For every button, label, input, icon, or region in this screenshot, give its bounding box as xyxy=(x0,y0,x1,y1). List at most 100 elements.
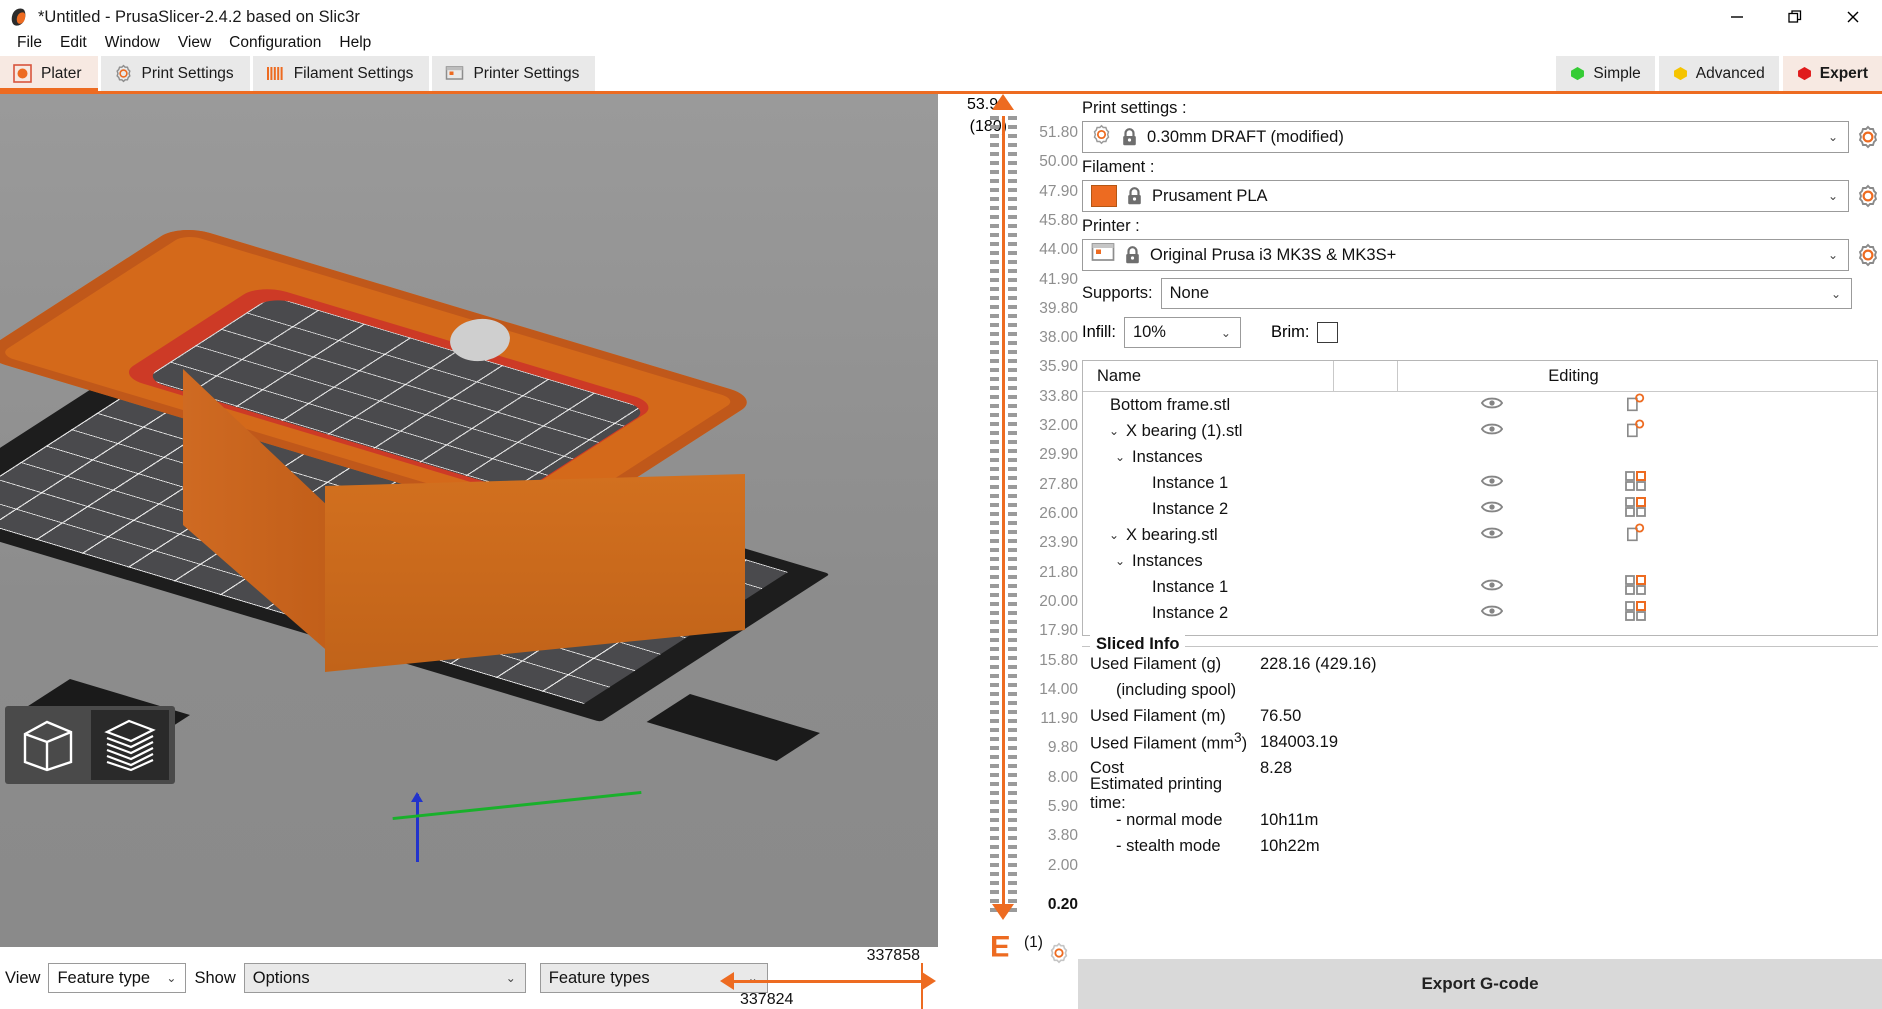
layer-slider-track[interactable] xyxy=(1002,116,1005,916)
title-bar: *Untitled - PrusaSlicer-2.4.2 based on S… xyxy=(0,0,1882,34)
chevron-down-icon[interactable]: ⌄ xyxy=(1115,450,1127,464)
brim-checkbox[interactable] xyxy=(1317,322,1339,343)
object-list-row-label: X bearing (1).stl xyxy=(1126,421,1243,440)
visibility-eye-icon[interactable] xyxy=(1480,473,1503,494)
move-slider-track[interactable] xyxy=(734,980,926,983)
sliced-info-value: 184003.19 xyxy=(1260,732,1338,751)
layer-slider-settings-gear-icon[interactable] xyxy=(1048,942,1070,969)
object-list-row[interactable]: Instance 2 xyxy=(1083,600,1877,626)
object-settings-icon[interactable] xyxy=(1625,418,1647,444)
print-settings-preset-combo[interactable]: 0.30mm DRAFT (modified) ⌄ xyxy=(1082,121,1849,153)
object-list[interactable]: Name Editing Bottom frame.stl ⌄ X bearing … xyxy=(1082,360,1878,636)
infill-brim-row: Infill: 10% ⌄ Brim: xyxy=(1078,309,1882,348)
instances-grid-icon[interactable] xyxy=(1624,600,1648,627)
instances-grid-icon[interactable] xyxy=(1624,496,1648,523)
object-list-row[interactable]: ⌄ X bearing (1).stl xyxy=(1083,418,1877,444)
move-slider-high-value: 337858 xyxy=(866,947,920,964)
printer-settings-edit-gear-icon[interactable] xyxy=(1856,243,1880,267)
visibility-eye-icon[interactable] xyxy=(1480,525,1503,546)
printer-preset-combo[interactable]: Original Prusa i3 MK3S & MK3S+ ⌄ xyxy=(1082,239,1849,271)
chevron-down-icon[interactable]: ⌄ xyxy=(1109,424,1121,438)
editor-view-button[interactable] xyxy=(9,710,87,780)
chevron-down-icon[interactable]: ⌄ xyxy=(1115,554,1127,568)
layer-tick-label: 15.80 xyxy=(1039,651,1078,669)
object-list-row[interactable]: ⌄ X bearing.stl xyxy=(1083,522,1877,548)
move-slider[interactable]: 337858 337824 xyxy=(718,947,938,1009)
visibility-eye-icon[interactable] xyxy=(1480,603,1503,624)
chevron-down-icon[interactable]: ⌄ xyxy=(1828,248,1838,262)
layer-slider-tick-labels: 51.80 50.00 47.90 45.80 44.00 41.90 39.80 38.00… xyxy=(1020,116,1078,926)
show-options-combo[interactable]: Options ⌄ xyxy=(243,963,526,993)
mode-advanced-dot-icon xyxy=(1673,66,1688,81)
menu-configuration[interactable]: Configuration xyxy=(220,32,330,54)
object-list-row[interactable]: Instance 2 xyxy=(1083,496,1877,522)
menu-window[interactable]: Window xyxy=(96,32,169,54)
object-list-row[interactable]: Instance 1 xyxy=(1083,574,1877,600)
layer-height-slider[interactable]: 53.90 (180) 51.80 50.00 47.90 45.80 44.00 41.… xyxy=(938,94,1078,1009)
instances-grid-icon[interactable] xyxy=(1624,470,1648,497)
layer-slider-upper-handle[interactable] xyxy=(992,94,1014,110)
layer-slider-lower-handle[interactable] xyxy=(992,904,1014,920)
visibility-eye-icon[interactable] xyxy=(1480,499,1503,520)
layer-tick-label: 23.90 xyxy=(1039,534,1078,552)
window-controls xyxy=(1708,0,1882,34)
chevron-down-icon[interactable]: ⌄ xyxy=(1221,326,1231,340)
filament-settings-edit-gear-icon[interactable] xyxy=(1856,184,1880,208)
restore-icon[interactable] xyxy=(1766,0,1824,34)
layer-tick-label: 51.80 xyxy=(1039,124,1078,141)
axis-z-indicator xyxy=(411,792,423,862)
menu-view[interactable]: View xyxy=(169,32,220,54)
supports-row: Supports: None ⌄ xyxy=(1078,271,1882,309)
object-list-row[interactable]: Bottom frame.stl xyxy=(1083,392,1877,418)
chevron-down-icon[interactable]: ⌄ xyxy=(1828,189,1838,203)
view-type-combo[interactable]: Feature type ⌄ xyxy=(48,963,187,993)
layer-tick-label: 20.00 xyxy=(1039,592,1078,610)
move-slider-right-handle[interactable] xyxy=(922,972,936,990)
view-type-value: Feature type xyxy=(57,968,151,987)
chevron-down-icon[interactable]: ⌄ xyxy=(506,971,516,985)
menu-file[interactable]: File xyxy=(8,32,51,54)
mode-expert-button[interactable]: Expert xyxy=(1782,56,1882,91)
minimize-icon[interactable] xyxy=(1708,0,1766,34)
visibility-eye-icon[interactable] xyxy=(1480,421,1503,442)
sliced-info-row: (including spool) xyxy=(1082,677,1878,703)
layer-tick-label: 29.90 xyxy=(1039,446,1078,464)
print-settings-edit-gear-icon[interactable] xyxy=(1856,125,1880,149)
chevron-down-icon[interactable]: ⌄ xyxy=(1831,287,1841,301)
object-settings-icon[interactable] xyxy=(1625,392,1647,418)
menu-help[interactable]: Help xyxy=(330,32,380,54)
tab-plater[interactable]: Plater xyxy=(0,56,98,91)
object-settings-icon[interactable] xyxy=(1625,522,1647,548)
infill-combo[interactable]: 10% ⌄ xyxy=(1123,317,1241,348)
mode-simple-button[interactable]: Simple xyxy=(1556,56,1655,91)
close-icon[interactable] xyxy=(1824,0,1882,34)
chevron-down-icon[interactable]: ⌄ xyxy=(1109,528,1121,542)
menu-edit[interactable]: Edit xyxy=(51,32,96,54)
instances-grid-icon[interactable] xyxy=(1624,574,1648,601)
chevron-down-icon[interactable]: ⌄ xyxy=(1828,130,1838,144)
layer-slider-one-layer-mode-icon[interactable]: E xyxy=(990,928,1010,962)
chevron-down-icon[interactable]: ⌄ xyxy=(166,971,176,985)
supports-combo[interactable]: None ⌄ xyxy=(1160,278,1852,309)
preview-layers-view-button[interactable] xyxy=(91,710,169,780)
visibility-eye-icon[interactable] xyxy=(1480,577,1503,598)
move-slider-left-handle[interactable] xyxy=(720,972,734,990)
sliced-info-row: Used Filament (mm3) 184003.19 xyxy=(1082,729,1878,755)
object-list-row[interactable]: ⌄ Instances xyxy=(1083,444,1877,470)
visibility-eye-icon[interactable] xyxy=(1480,395,1503,416)
sliced-info-value: 8.28 xyxy=(1260,758,1293,777)
tab-print-settings[interactable]: Print Settings xyxy=(100,56,250,91)
tab-filament-settings[interactable]: Filament Settings xyxy=(252,56,430,91)
printer-preset-value: Original Prusa i3 MK3S & MK3S+ xyxy=(1150,245,1397,264)
filament-preset-combo[interactable]: Prusament PLA ⌄ xyxy=(1082,180,1849,212)
mode-selector: Simple Advanced Expert xyxy=(1552,56,1882,91)
prusaslicer-logo-icon xyxy=(8,6,30,28)
object-list-row[interactable]: Instance 1 xyxy=(1083,470,1877,496)
layer-tick-label-current: 0.20 xyxy=(1047,896,1078,913)
printer-row: Original Prusa i3 MK3S & MK3S+ ⌄ xyxy=(1078,239,1882,271)
tab-printer-settings[interactable]: Printer Settings xyxy=(432,56,596,91)
object-list-row[interactable]: ⌄ Instances xyxy=(1083,548,1877,574)
export-gcode-button[interactable]: Export G-code xyxy=(1078,959,1882,1009)
preview-3d-viewport[interactable] xyxy=(0,94,938,947)
mode-advanced-button[interactable]: Advanced xyxy=(1658,56,1779,91)
